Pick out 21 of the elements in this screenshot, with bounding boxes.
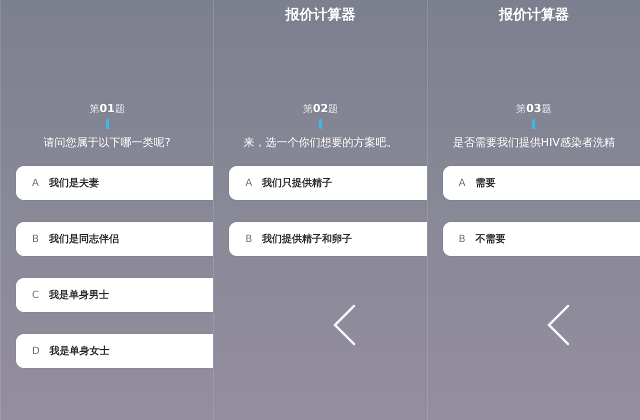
answer-option[interactable]: A 我们只提供精子 (229, 166, 427, 200)
step-bar-icon (532, 119, 536, 129)
question-text: 来，选一个你们想要的方案吧。 (243, 135, 398, 150)
answer-option[interactable]: B 我们提供精子和卵子 (229, 222, 427, 256)
question-number: 第02题 (302, 102, 338, 116)
answer-option[interactable]: D 我是单身女士 (16, 334, 214, 368)
question-text: 请问您属于以下哪一类呢? (44, 135, 171, 150)
app-title: 报价计算器 (498, 6, 569, 24)
answer-option[interactable]: A 我们是夫妻 (16, 166, 214, 200)
step-bar-icon (106, 119, 109, 129)
answer-option[interactable]: B 我们是同志伴侣 (16, 222, 214, 256)
answer-option[interactable]: A 需要 (442, 166, 640, 200)
question-number: 第03题 (516, 102, 552, 116)
app-title: 报价计算器 (285, 6, 356, 24)
question-text: 是否需要我们提供HIV感染者洗精 (452, 135, 615, 150)
question-number: 第01题 (90, 102, 125, 116)
answer-option[interactable]: C 我是单身男士 (16, 278, 214, 312)
back-icon[interactable] (546, 304, 570, 346)
answer-option[interactable]: B 不需要 (442, 222, 640, 256)
back-icon[interactable] (332, 304, 356, 346)
step-bar-icon (318, 119, 322, 129)
